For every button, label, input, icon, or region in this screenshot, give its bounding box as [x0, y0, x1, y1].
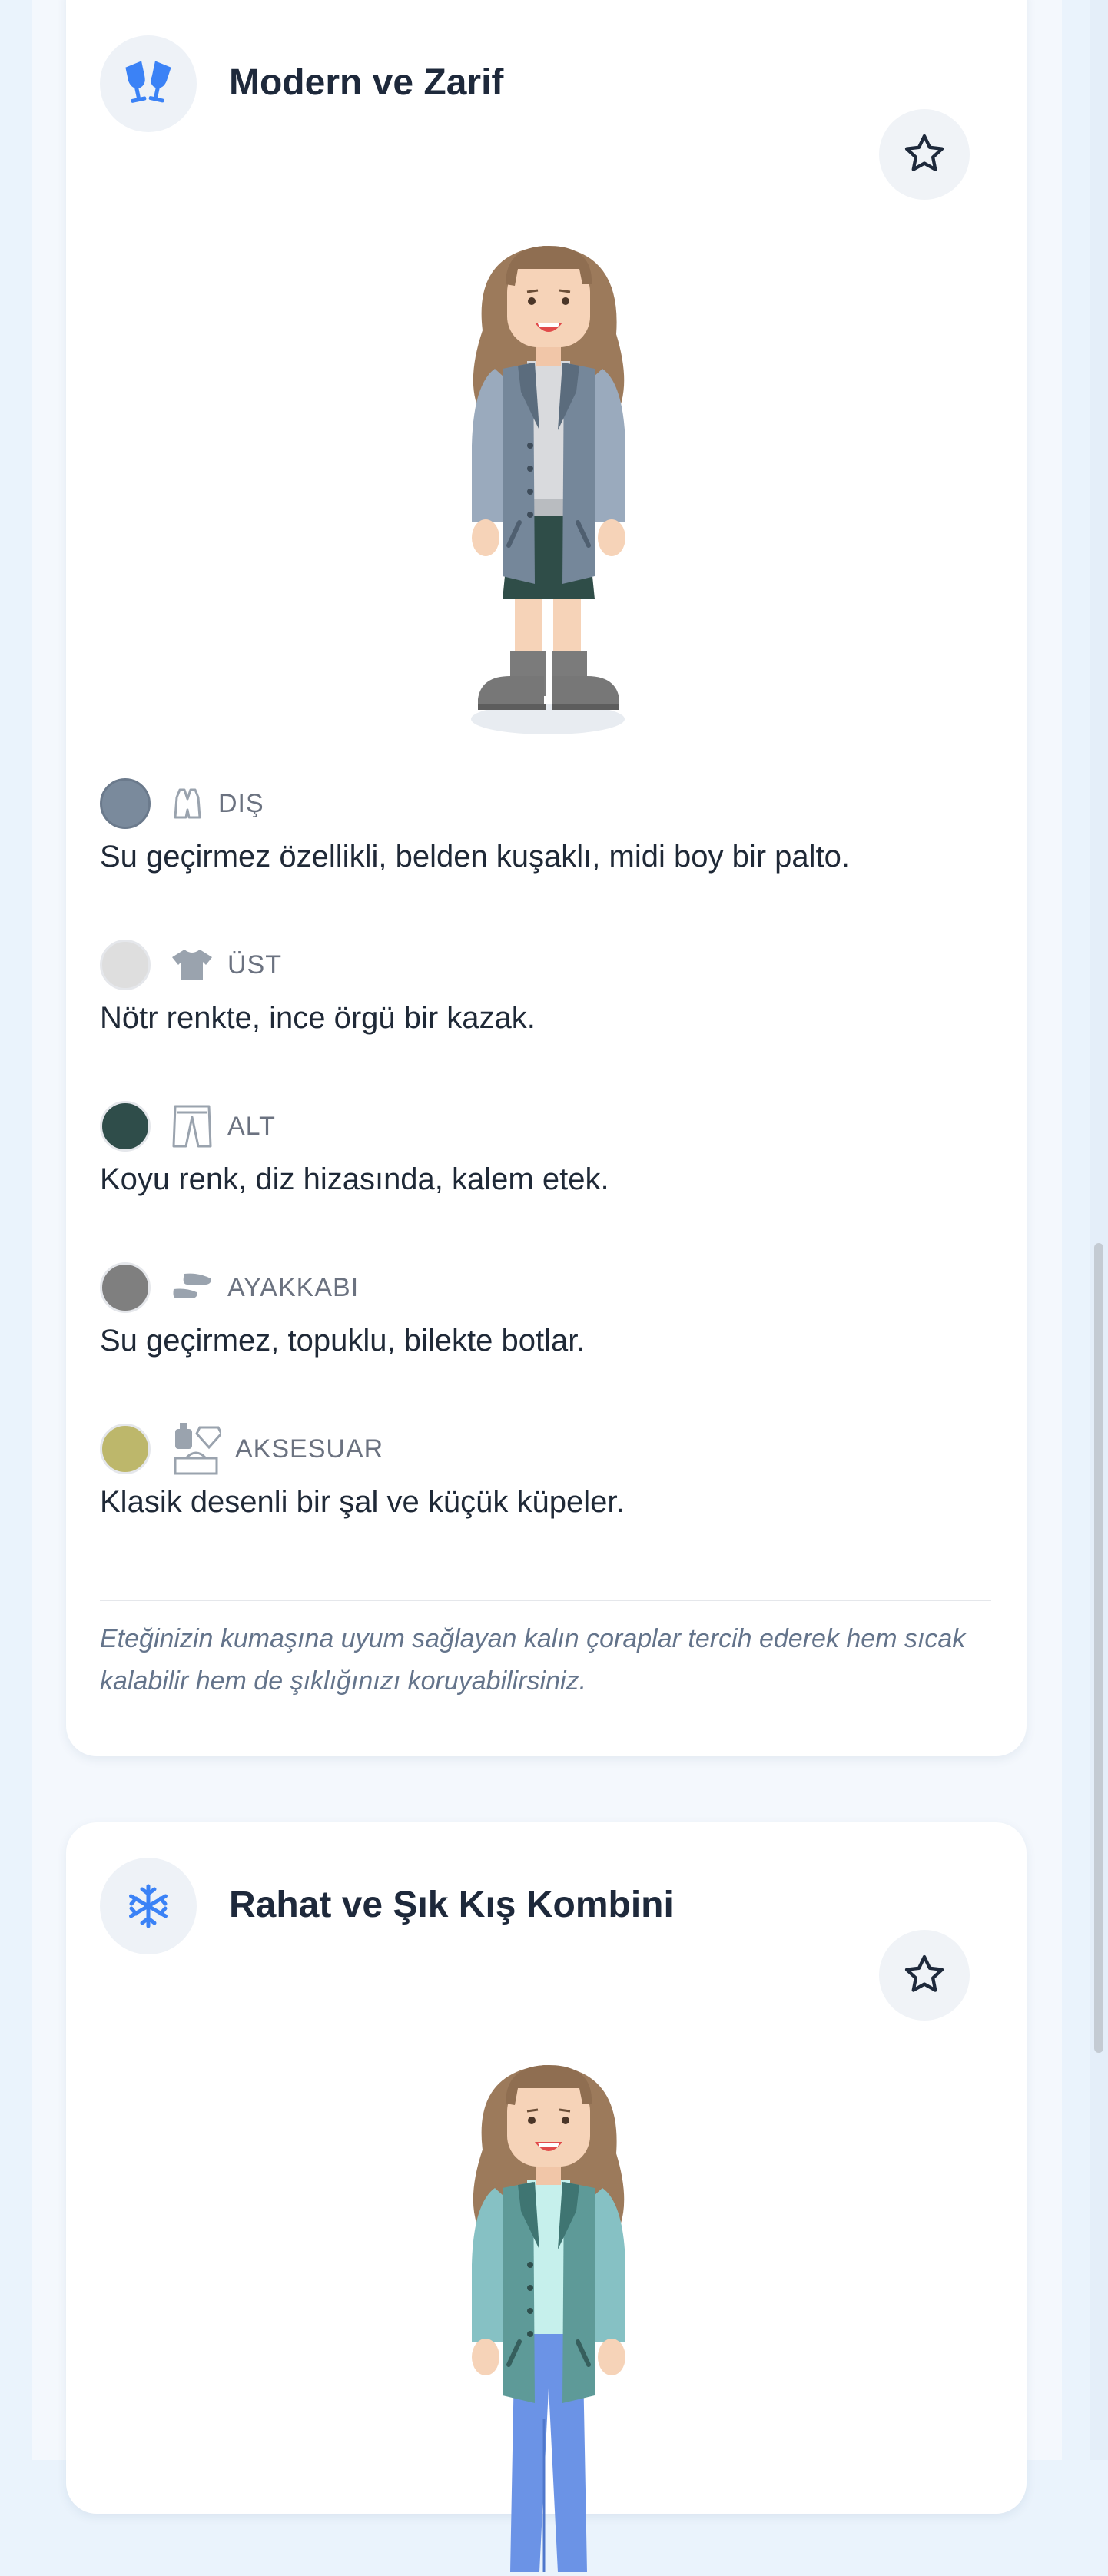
snowflake-icon: [100, 1858, 197, 1954]
styling-tip: Eteğinizin kumaşına uyum sağlayan kalın …: [100, 1624, 966, 1696]
color-swatch: [100, 1262, 151, 1313]
color-swatch: [100, 1424, 151, 1474]
t-shirt-icon: [171, 947, 214, 983]
item-category: ÜST: [227, 950, 282, 980]
item-description: Su geçirmez özellikli, belden kuşaklı, m…: [100, 840, 850, 874]
vest-icon: [171, 787, 204, 821]
outfit-item-shoes: AYAKKABI: [100, 1260, 359, 1315]
clinking-glasses-icon: [100, 35, 197, 132]
shoes-icon: [171, 1271, 214, 1305]
outfit-title: Rahat ve Şık Kış Kombini: [229, 1885, 674, 1925]
outfit-card: Rahat ve Şık Kış Kombini: [66, 1822, 1027, 2572]
color-swatch: [100, 778, 151, 829]
outfit-item-bottom: ALT: [100, 1099, 276, 1154]
item-category: AKSESUAR: [235, 1434, 384, 1464]
item-description: Klasik desenli bir şal ve küçük küpeler.: [100, 1485, 625, 1519]
item-description: Su geçirmez, topuklu, bilekte botlar.: [100, 1324, 586, 1358]
outfit-item-outer: DIŞ: [100, 776, 264, 831]
favorite-button[interactable]: [879, 1930, 970, 2021]
item-category: ALT: [227, 1111, 276, 1141]
divider: [100, 1600, 991, 1601]
star-outline-icon: [902, 1952, 947, 1999]
scrollbar-track[interactable]: [1090, 0, 1108, 2460]
item-description: Koyu renk, diz hizasında, kalem etek.: [100, 1162, 609, 1196]
outfit-item-top: ÜST: [100, 937, 282, 993]
color-swatch: [100, 1101, 151, 1152]
color-swatch: [100, 940, 151, 990]
accessories-icon: [171, 1421, 221, 1477]
star-outline-icon: [902, 131, 947, 178]
outfit-avatar-illustration: [429, 2019, 667, 2572]
favorite-button[interactable]: [879, 109, 970, 200]
outfit-card: Modern ve Zarif DIŞ Su geçirmez özellikl…: [66, 0, 1027, 1756]
item-description: Nötr renkte, ince örgü bir kazak.: [100, 1001, 536, 1035]
item-category: AYAKKABI: [227, 1272, 360, 1302]
outfit-item-accessory: AKSESUAR: [100, 1421, 383, 1477]
outfit-title: Modern ve Zarif: [229, 62, 504, 103]
item-category: DIŞ: [218, 788, 264, 818]
scrollbar-thumb[interactable]: [1094, 1243, 1103, 2053]
outfit-avatar-illustration: [429, 200, 667, 753]
trousers-icon: [171, 1103, 214, 1149]
